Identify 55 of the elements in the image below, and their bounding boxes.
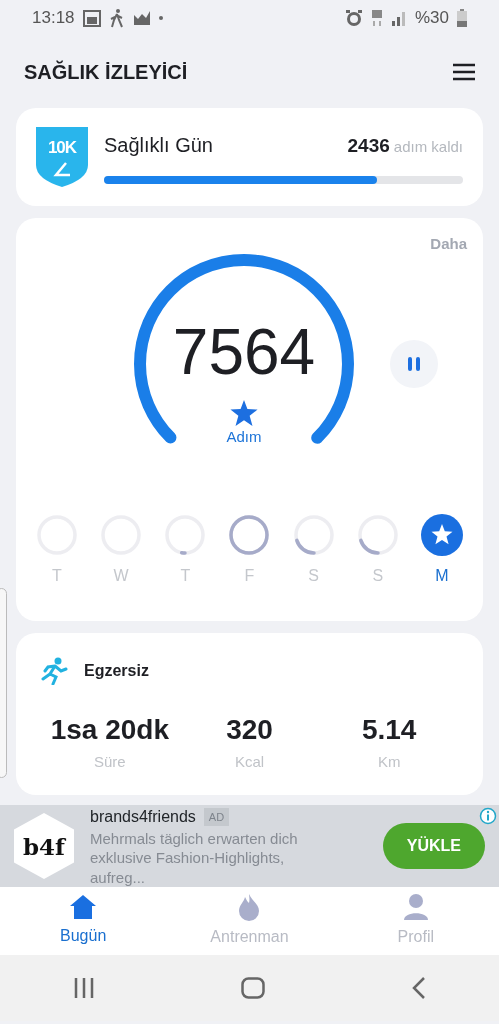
calendar-icon: [82, 9, 101, 27]
home-icon: [69, 894, 98, 920]
pause-button[interactable]: [389, 340, 438, 388]
nav-tab[interactable]: Antrenman: [166, 887, 333, 955]
star-icon: [230, 399, 258, 426]
menu-icon[interactable]: [453, 63, 475, 81]
pause-icon: [407, 357, 420, 371]
step-count: 7564: [172, 319, 316, 384]
home-icon[interactable]: [241, 977, 266, 999]
stat-label: Kcal: [234, 752, 265, 772]
running-icon: [40, 657, 68, 685]
day-progress-ring[interactable]: [228, 514, 271, 556]
dot-icon: [158, 16, 163, 20]
alarm-icon: [344, 9, 363, 27]
day-label: T: [52, 566, 62, 586]
remaining-steps: 2436: [347, 131, 390, 161]
image-icon: [132, 10, 151, 26]
goal-badge: 10K: [36, 127, 88, 187]
app-title: SAĞLIK İZLEYİCİ: [24, 60, 188, 84]
stat-label: Süre: [94, 752, 126, 772]
day-label: T: [180, 566, 191, 586]
day-progress-ring[interactable]: [292, 514, 335, 556]
step-unit: Adım: [226, 426, 262, 447]
ad-description: Mehrmals täglich erwarten dich exklusive Fashion-Highlights, aufreg...: [90, 828, 299, 888]
back-icon[interactable]: [411, 977, 426, 999]
advertiser-name: brands4friends: [90, 806, 196, 827]
day-label: S: [308, 566, 319, 586]
network-icon: [370, 9, 383, 27]
exercise-title: Egzersiz: [84, 661, 149, 681]
walking-icon: [108, 8, 125, 28]
status-time: 13:18: [32, 7, 75, 30]
battery-icon: [457, 9, 467, 27]
day-label: S: [372, 566, 384, 586]
advertiser-logo: b4f: [14, 813, 74, 879]
battery-percent: %30: [414, 7, 449, 30]
stat-value: 5.14: [361, 713, 417, 747]
info-icon[interactable]: [479, 807, 497, 825]
install-button[interactable]: YÜKLE: [382, 823, 485, 869]
nav-tab[interactable]: Profil: [332, 887, 499, 955]
day-label: F: [244, 566, 255, 586]
goal-title: Sağlıklı Gün: [104, 132, 213, 158]
remaining-label: adım kaldı: [393, 136, 463, 157]
day-progress-ring[interactable]: [356, 514, 399, 556]
stat-value: 1sa 20dk: [50, 713, 169, 747]
stat-value: 320: [226, 713, 273, 747]
day-label: M: [435, 566, 449, 586]
recent-apps-icon[interactable]: [73, 978, 96, 998]
nav-tab[interactable]: Bugün: [0, 887, 167, 955]
more-link[interactable]: Daha: [430, 235, 467, 252]
person-icon: [402, 893, 429, 921]
stat-label: Km: [377, 752, 401, 772]
signal-icon: [390, 10, 407, 26]
day-label: W: [113, 566, 129, 586]
flame-icon: [238, 893, 261, 921]
ad-tag: AD: [203, 807, 230, 826]
